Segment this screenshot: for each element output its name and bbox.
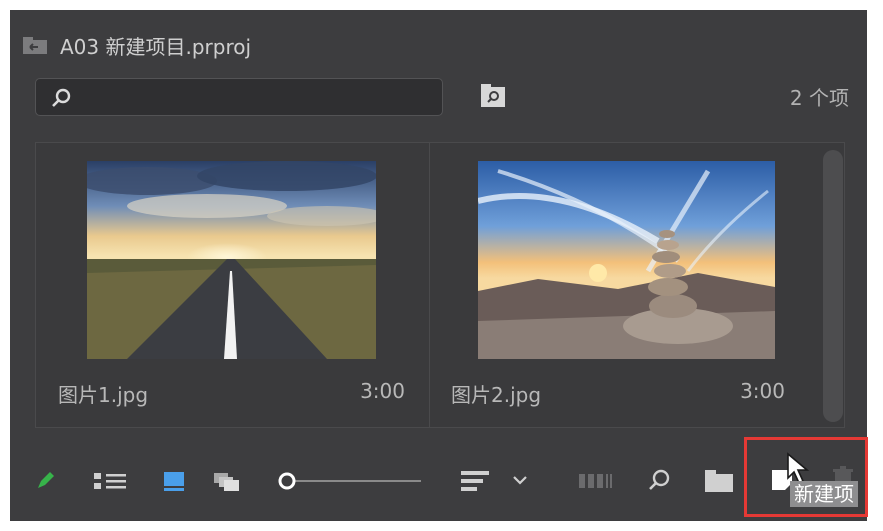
- find-bin-icon[interactable]: [479, 83, 507, 109]
- sort-icon[interactable]: [461, 469, 489, 493]
- tooltip: 新建项: [790, 481, 858, 507]
- grid-scrollbar[interactable]: [823, 150, 843, 422]
- pencil-icon[interactable]: [36, 470, 56, 490]
- freeform-view-icon[interactable]: [214, 470, 240, 492]
- find-icon[interactable]: [647, 468, 671, 492]
- media-tile-name: 图片2.jpg: [451, 383, 542, 407]
- media-tile-name: 图片1.jpg: [58, 383, 149, 407]
- search-input[interactable]: [35, 78, 443, 116]
- project-title-row: A03 新建项目.prproj: [22, 28, 251, 62]
- media-grid: 图片1.jpg 3:00 图片2.jpg 3:00: [35, 142, 845, 428]
- media-tile-duration: 3:00: [360, 379, 405, 403]
- list-view-icon[interactable]: [94, 471, 128, 491]
- icon-view-icon[interactable]: [163, 470, 185, 492]
- new-bin-icon[interactable]: [704, 469, 734, 493]
- automate-to-sequence-icon[interactable]: [579, 472, 613, 490]
- chevron-down-icon[interactable]: [512, 474, 528, 486]
- media-tile[interactable]: 图片1.jpg 3:00: [36, 143, 430, 427]
- search-icon: [52, 88, 71, 107]
- media-tile[interactable]: 图片2.jpg 3:00: [429, 143, 809, 427]
- item-count: 2 个项: [789, 86, 849, 110]
- project-title: A03 新建项目.prproj: [60, 34, 252, 59]
- stone-cairn-sunset-thumbnail[interactable]: [478, 161, 775, 359]
- zoom-slider[interactable]: [278, 470, 423, 492]
- media-tile-duration: 3:00: [740, 379, 785, 403]
- road-sunset-thumbnail[interactable]: [87, 161, 376, 359]
- project-folder-icon[interactable]: [22, 35, 48, 55]
